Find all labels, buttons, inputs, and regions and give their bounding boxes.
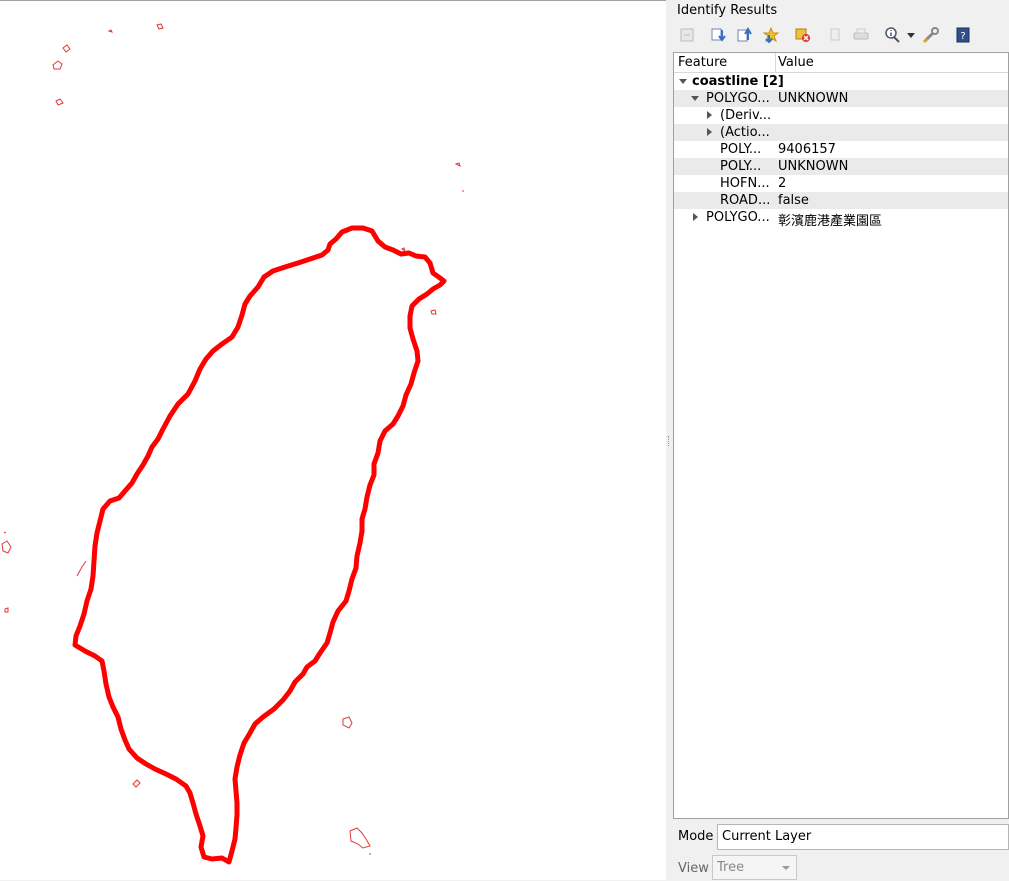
expand-arrow-icon[interactable] (691, 96, 699, 101)
mode-select[interactable]: Current Layer (717, 824, 1009, 850)
tree-row-feature[interactable]: POLYGO... 彰濱鹿港產業園區 (674, 209, 1008, 229)
results-tree[interactable]: Feature Value coastline [2] POLYGO... UN… (673, 52, 1009, 819)
identify-mode-icon[interactable] (883, 25, 903, 45)
chevron-down-icon (782, 866, 790, 870)
print-icon[interactable] (851, 25, 871, 45)
collapse-arrow-icon[interactable] (693, 213, 698, 221)
identify-toolbar: ? (677, 24, 1007, 46)
tree-row-attribute[interactable]: POLY... UNKNOWN (674, 158, 1008, 175)
settings-wrench-icon[interactable] (921, 25, 941, 45)
view-select-value: Tree (717, 860, 745, 875)
mode-label: Mode (678, 829, 714, 844)
panel-title: Identify Results (677, 3, 778, 18)
tree-header: Feature Value (674, 53, 1008, 73)
identify-results-panel: Identify Results ? Feature Value coastli… (672, 0, 1009, 880)
map-layer-coastline (1, 23, 464, 865)
tree-row-attribute[interactable]: POLY... 9406157 (674, 141, 1008, 158)
view-select[interactable]: Tree (712, 855, 797, 880)
collapse-tree-icon[interactable] (735, 25, 755, 45)
svg-text:?: ? (960, 31, 965, 42)
island-outline (72, 225, 447, 865)
small-islands (1, 23, 464, 855)
tree-row-feature[interactable]: POLYGO... UNKNOWN (674, 90, 1008, 107)
help-icon[interactable]: ? (953, 25, 973, 45)
dropdown-arrow-icon[interactable] (901, 25, 921, 45)
copy-feature-icon[interactable] (825, 25, 845, 45)
tree-row-derived[interactable]: (Deriv... (674, 107, 1008, 124)
column-feature[interactable]: Feature (678, 55, 727, 70)
collapse-all-icon[interactable] (677, 25, 697, 45)
splitter-grip[interactable] (668, 436, 671, 446)
tree-row-attribute[interactable]: HOFN... 2 (674, 175, 1008, 192)
collapse-arrow-icon[interactable] (707, 111, 712, 119)
view-label: View (678, 861, 709, 876)
map-canvas[interactable] (0, 0, 666, 880)
expand-tree-icon[interactable] (709, 25, 729, 45)
expand-arrow-icon[interactable] (679, 79, 687, 84)
column-value[interactable]: Value (778, 55, 814, 70)
collapse-arrow-icon[interactable] (707, 128, 712, 136)
clear-results-icon[interactable] (793, 25, 813, 45)
tree-row-actions[interactable]: (Actio... (674, 124, 1008, 141)
tree-row-layer[interactable]: coastline [2] (674, 73, 1008, 90)
tree-row-attribute[interactable]: ROAD... false (674, 192, 1008, 209)
expand-new-results-icon[interactable] (761, 25, 781, 45)
